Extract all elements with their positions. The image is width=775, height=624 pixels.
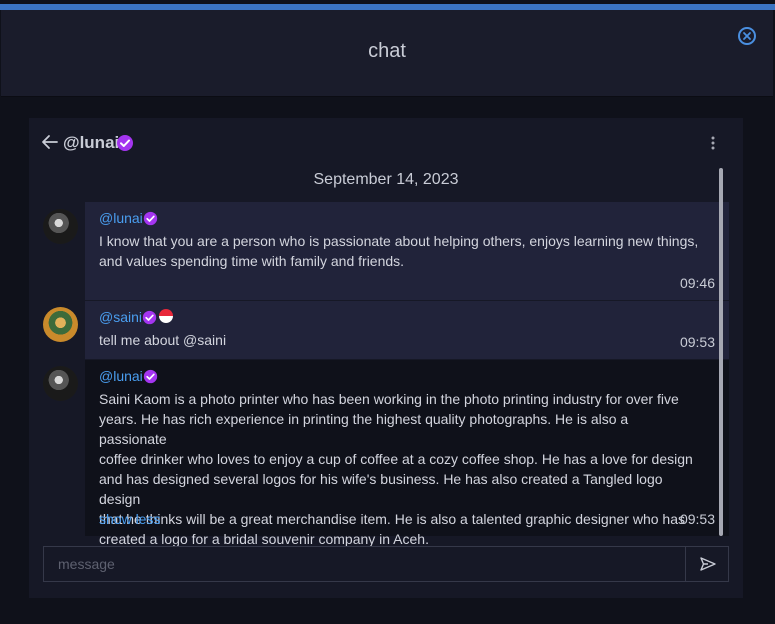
message-time: 09:46 <box>679 275 715 291</box>
avatar[interactable] <box>43 366 78 401</box>
page-title: chat <box>368 40 406 62</box>
chat-header: chat <box>1 10 773 97</box>
message-text: tell me about @saini <box>99 332 227 348</box>
date-separator: September 14, 2023 <box>313 171 459 188</box>
close-button[interactable] <box>738 27 756 45</box>
back-arrow-icon[interactable] <box>41 134 59 150</box>
verified-badge-icon <box>143 211 158 226</box>
message-item: @lunai Saini Kaom is a photo printer who… <box>85 360 729 547</box>
message-author[interactable]: @lunai <box>99 210 143 226</box>
message-time: 09:53 <box>679 511 715 527</box>
show-less-link[interactable]: show less <box>99 511 160 527</box>
send-icon <box>700 557 716 571</box>
conversation-header: @lunai <box>29 118 743 166</box>
message-item: @saini tell me about @saini 09:53 <box>85 301 729 359</box>
more-options-icon[interactable] <box>711 136 715 150</box>
avatar[interactable] <box>43 209 78 244</box>
message-author[interactable]: @saini <box>99 309 142 325</box>
message-input[interactable] <box>44 547 684 581</box>
message-text: I know that you are a person who is pass… <box>99 233 699 269</box>
verified-badge-icon <box>143 369 158 384</box>
chat-page: chat @lunai September 14, 2023 @lunai I … <box>0 0 775 624</box>
avatar[interactable] <box>43 307 78 342</box>
scrollbar[interactable] <box>719 168 723 536</box>
verified-badge-icon <box>117 135 133 151</box>
verified-badge-icon <box>142 310 157 325</box>
message-author[interactable]: @lunai <box>99 368 143 384</box>
message-composer <box>43 546 729 582</box>
conversation-username: @lunai <box>63 133 120 152</box>
close-icon <box>743 32 751 40</box>
message-time: 09:53 <box>679 334 715 350</box>
indonesia-flag-icon <box>159 309 173 323</box>
send-button[interactable] <box>685 547 729 581</box>
message-item: @lunai I know that you are a person who … <box>85 202 729 300</box>
message-text: Saini Kaom is a photo printer who has be… <box>99 391 693 547</box>
conversation-panel: @lunai September 14, 2023 @lunai I know … <box>29 118 743 598</box>
